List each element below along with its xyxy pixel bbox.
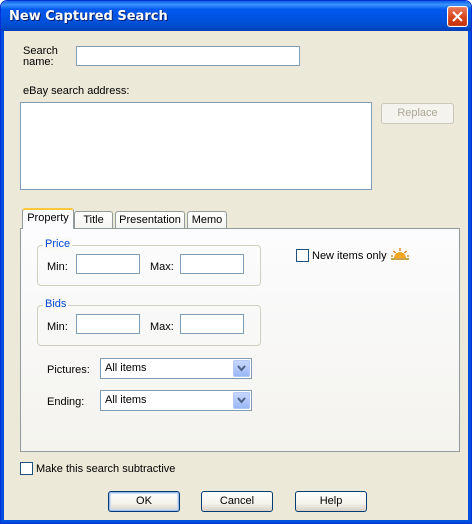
new-items-only-label: New items only [312, 250, 387, 262]
price-max-label: Max: [150, 261, 174, 273]
ok-button[interactable]: OK [108, 491, 180, 512]
tab-property[interactable]: Property [22, 208, 74, 229]
help-button[interactable]: Help [295, 491, 367, 512]
ending-select[interactable]: All items [100, 390, 252, 411]
chevron-down-icon [237, 397, 246, 404]
close-icon [452, 11, 463, 22]
new-items-only-checkbox[interactable] [296, 249, 309, 262]
tab-memo[interactable]: Memo [187, 211, 227, 229]
bids-max-label: Max: [150, 321, 174, 333]
dialog-window: New Captured Search Search name: eBay se… [0, 0, 472, 524]
ebay-address-textarea[interactable] [20, 102, 372, 190]
subtractive-checkbox[interactable] [20, 462, 33, 475]
window-frame-left [1, 31, 4, 523]
ending-dropdown-button[interactable] [233, 392, 250, 409]
ending-label: Ending: [47, 396, 85, 408]
price-group-title: Price [43, 238, 73, 250]
price-max-input[interactable] [180, 254, 244, 274]
window-frame-bottom [1, 520, 471, 523]
ebay-address-label: eBay search address: [23, 85, 130, 97]
bids-min-label: Min: [47, 321, 68, 333]
title-bar[interactable]: New Captured Search [1, 1, 471, 31]
sunrise-icon [391, 248, 409, 260]
price-min-input[interactable] [76, 254, 140, 274]
pictures-select-value: All items [105, 362, 147, 374]
bids-group-title: Bids [43, 298, 69, 310]
window-title: New Captured Search [9, 9, 168, 24]
cancel-button[interactable]: Cancel [201, 491, 273, 512]
subtractive-label: Make this search subtractive [36, 463, 176, 475]
pictures-select[interactable]: All items [100, 358, 252, 379]
ending-select-value: All items [105, 394, 147, 406]
bids-min-input[interactable] [76, 314, 140, 334]
window-frame-right [468, 31, 471, 523]
tab-panel-property: Price Min: Max: New items only Bids Min:… [20, 228, 460, 452]
chevron-down-icon [237, 365, 246, 372]
price-min-label: Min: [47, 261, 68, 273]
pictures-label: Pictures: [47, 364, 90, 376]
tab-title[interactable]: Title [74, 211, 113, 229]
tab-presentation[interactable]: Presentation [115, 211, 185, 229]
search-name-input[interactable] [76, 46, 300, 66]
pictures-dropdown-button[interactable] [233, 360, 250, 377]
close-button[interactable] [447, 6, 468, 27]
search-name-label: Search name: [23, 45, 58, 68]
replace-button[interactable]: Replace [381, 103, 454, 124]
bids-max-input[interactable] [180, 314, 244, 334]
